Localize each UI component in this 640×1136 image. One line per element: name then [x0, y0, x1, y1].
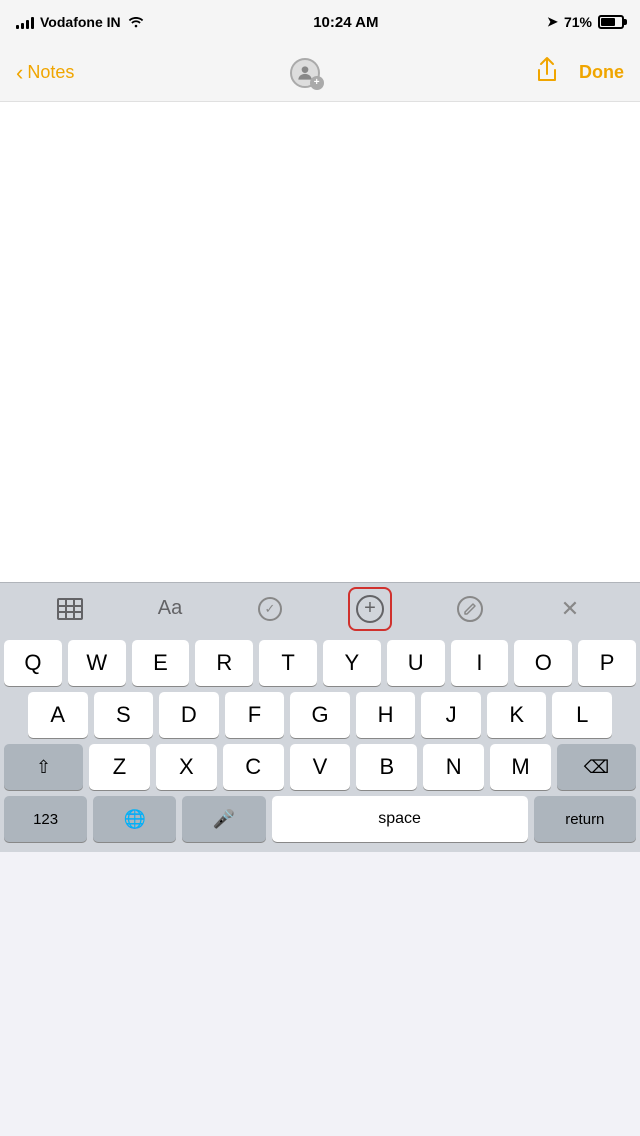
key-F[interactable]: F	[225, 692, 285, 738]
table-button[interactable]	[48, 587, 92, 631]
carrier-label: Vodafone IN	[40, 14, 121, 30]
num-key[interactable]: 123	[4, 796, 87, 842]
key-L[interactable]: L	[552, 692, 612, 738]
key-row-bottom: 123 🌐 🎤 space return	[0, 790, 640, 852]
nav-right-actions: Done	[535, 56, 624, 90]
key-Z[interactable]: Z	[89, 744, 150, 790]
status-time: 10:24 AM	[313, 14, 378, 31]
key-D[interactable]: D	[159, 692, 219, 738]
key-Q[interactable]: Q	[4, 640, 62, 686]
key-Y[interactable]: Y	[323, 640, 381, 686]
check-circle-icon: ✓	[258, 597, 282, 621]
key-O[interactable]: O	[514, 640, 572, 686]
key-row-1: Q W E R T Y U I O P	[0, 634, 640, 686]
battery-icon	[598, 15, 624, 29]
chevron-left-icon: ‹	[16, 62, 23, 84]
status-bar: Vodafone IN 10:24 AM ➤ 71%	[0, 0, 640, 44]
location-icon: ➤	[547, 14, 558, 30]
key-X[interactable]: X	[156, 744, 217, 790]
key-V[interactable]: V	[290, 744, 351, 790]
key-row-2: A S D F G H J K L	[0, 686, 640, 738]
key-E[interactable]: E	[132, 640, 190, 686]
key-P[interactable]: P	[578, 640, 636, 686]
key-I[interactable]: I	[451, 640, 509, 686]
key-S[interactable]: S	[94, 692, 154, 738]
back-label: Notes	[27, 62, 74, 83]
key-row-3: ⇧ Z X C V B N M ⌫	[0, 738, 640, 790]
key-R[interactable]: R	[195, 640, 253, 686]
key-G[interactable]: G	[290, 692, 350, 738]
key-M[interactable]: M	[490, 744, 551, 790]
pen-circle-icon	[457, 596, 483, 622]
nav-bar: ‹ Notes + Done	[0, 44, 640, 102]
markup-button[interactable]	[448, 587, 492, 631]
status-left: Vodafone IN	[16, 14, 145, 30]
signal-bars-icon	[16, 15, 34, 29]
mic-key[interactable]: 🎤	[182, 796, 265, 842]
add-media-button[interactable]: +	[348, 587, 392, 631]
share-button[interactable]	[535, 56, 559, 90]
key-C[interactable]: C	[223, 744, 284, 790]
key-U[interactable]: U	[387, 640, 445, 686]
key-W[interactable]: W	[68, 640, 126, 686]
key-K[interactable]: K	[487, 692, 547, 738]
key-H[interactable]: H	[356, 692, 416, 738]
shift-key[interactable]: ⇧	[4, 744, 83, 790]
status-right: ➤ 71%	[547, 14, 624, 30]
done-button[interactable]: Done	[579, 62, 624, 83]
key-J[interactable]: J	[421, 692, 481, 738]
keyboard[interactable]: Q W E R T Y U I O P A S D F G H J K L ⇧ …	[0, 634, 640, 852]
space-key[interactable]: space	[272, 796, 528, 842]
formatting-toolbar: Aa ✓ + ✕	[0, 582, 640, 634]
close-icon: ✕	[561, 596, 579, 622]
checklist-button[interactable]: ✓	[248, 587, 292, 631]
add-person-button[interactable]: +	[286, 54, 324, 92]
plus-circle-icon: +	[356, 595, 384, 623]
backspace-key[interactable]: ⌫	[557, 744, 636, 790]
wifi-icon	[127, 15, 145, 29]
back-button[interactable]: ‹ Notes	[16, 62, 74, 84]
font-icon: Aa	[158, 597, 182, 620]
key-N[interactable]: N	[423, 744, 484, 790]
return-key[interactable]: return	[534, 796, 636, 842]
key-B[interactable]: B	[356, 744, 417, 790]
key-A[interactable]: A	[28, 692, 88, 738]
globe-key[interactable]: 🌐	[93, 796, 176, 842]
key-T[interactable]: T	[259, 640, 317, 686]
battery-pct-label: 71%	[564, 14, 592, 30]
note-content-area[interactable]	[0, 102, 640, 582]
close-keyboard-button[interactable]: ✕	[548, 587, 592, 631]
font-button[interactable]: Aa	[148, 587, 192, 631]
plus-badge-icon: +	[310, 76, 324, 90]
